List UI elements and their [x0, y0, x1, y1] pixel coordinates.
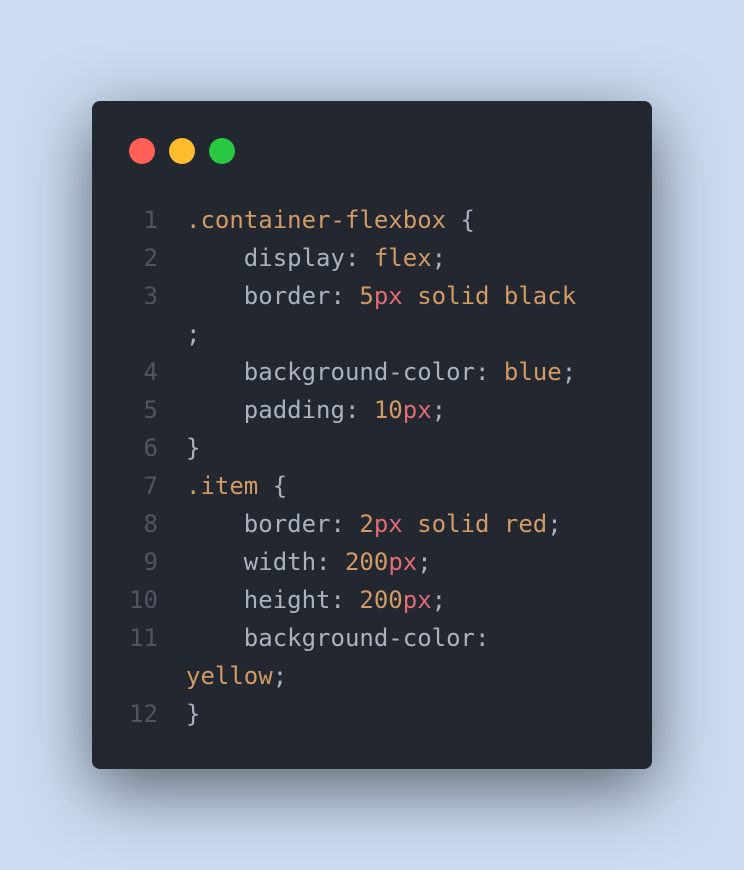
code-line: yellow;: [92, 657, 652, 695]
line-number: 6: [143, 434, 158, 462]
code-token: ;: [186, 320, 201, 348]
code-token: ;: [417, 548, 432, 576]
code-token: yellow: [186, 662, 273, 690]
code-token: {: [258, 472, 288, 500]
line-text: background-color: blue;: [186, 353, 576, 391]
code-token: :: [330, 510, 360, 538]
line-number: 8: [143, 510, 158, 538]
code-token: ;: [431, 586, 447, 614]
code-token: solid red: [402, 510, 548, 538]
code-token: padding: [186, 396, 345, 424]
code-line: 5 padding: 10px;: [92, 391, 652, 429]
line-text: .container-flexbox {: [186, 201, 475, 239]
code-token: :: [344, 244, 374, 272]
line-text: height: 200px;: [186, 581, 446, 619]
code-token: }: [186, 700, 201, 728]
line-text: width: 200px;: [186, 543, 432, 581]
line-number: 10: [129, 586, 158, 614]
code-line: 9 width: 200px;: [92, 543, 652, 581]
line-text: border: 5px solid black: [186, 277, 576, 315]
window-controls: [129, 138, 249, 164]
code-token: {: [446, 206, 475, 234]
line-number: 12: [129, 700, 158, 728]
code-token: display: [186, 244, 345, 272]
code-token: flex: [373, 244, 432, 272]
code-line: 12}: [92, 695, 652, 733]
line-number: 9: [143, 548, 158, 576]
code-line: 4 background-color: blue;: [92, 353, 652, 391]
code-token: 200: [344, 548, 389, 576]
line-number: 4: [143, 358, 158, 386]
minimize-dot-icon[interactable]: [169, 138, 195, 164]
code-token: px: [373, 510, 403, 538]
line-number: 1: [143, 206, 158, 234]
code-token: solid black: [402, 282, 577, 310]
line-number: 7: [143, 472, 158, 500]
line-text: ;: [186, 315, 200, 353]
code-line: 2 display: flex;: [92, 239, 652, 277]
line-text: background-color:: [186, 619, 490, 657]
line-number: 2: [143, 244, 158, 272]
line-text: .item {: [186, 467, 287, 505]
line-number: 5: [143, 396, 158, 424]
code-token: 200: [359, 586, 403, 614]
code-token: px: [402, 396, 432, 424]
code-token: px: [388, 548, 418, 576]
code-line: 6}: [92, 429, 652, 467]
code-block: 1 .container-flexbox {2 display: flex; 3 b…: [92, 201, 652, 733]
code-token: :: [474, 624, 490, 652]
code-token: ;: [431, 244, 447, 272]
code-token: :: [330, 282, 360, 310]
code-token: background-color: [186, 358, 475, 386]
code-token: ;: [431, 396, 447, 424]
line-text: }: [186, 695, 200, 733]
line-number: 3: [143, 282, 158, 310]
line-number: [92, 315, 186, 353]
code-token: 5: [359, 282, 374, 310]
code-line: 10 height: 200px;: [92, 581, 652, 619]
line-number: [92, 657, 186, 695]
code-token: .item: [186, 472, 259, 500]
code-token: :: [474, 358, 504, 386]
code-token: }: [186, 434, 201, 462]
code-token: border: [186, 510, 331, 538]
maximize-dot-icon[interactable]: [209, 138, 235, 164]
line-text: padding: 10px;: [186, 391, 446, 429]
code-token: px: [402, 586, 432, 614]
code-token: border: [186, 282, 331, 310]
close-dot-icon[interactable]: [129, 138, 155, 164]
code-token: ;: [561, 358, 577, 386]
code-token: :: [316, 548, 345, 576]
code-token: :: [344, 396, 374, 424]
code-token: width: [186, 548, 317, 576]
code-line: 3 border: 5px solid black: [92, 277, 652, 315]
line-text: display: flex;: [186, 239, 446, 277]
line-text: }: [186, 429, 200, 467]
code-line: 8 border: 2px solid red;: [92, 505, 652, 543]
code-line: ;: [92, 315, 652, 353]
code-token: ;: [272, 662, 288, 690]
code-token: background-color: [186, 624, 475, 652]
code-token: ;: [547, 510, 562, 538]
code-token: .container-flexbox: [186, 206, 447, 234]
line-text: yellow;: [186, 657, 287, 695]
code-token: 2: [359, 510, 374, 538]
line-text: border: 2px solid red;: [186, 505, 562, 543]
code-line: 7 .item {: [92, 467, 652, 505]
line-number: 11: [129, 624, 158, 652]
code-token: :: [330, 586, 360, 614]
code-token: height: [186, 586, 331, 614]
code-line: 1 .container-flexbox {: [92, 201, 652, 239]
code-line: 11 background-color:: [92, 619, 652, 657]
code-window: 1 .container-flexbox {2 display: flex; 3 b…: [92, 101, 652, 769]
code-token: blue: [503, 358, 562, 386]
code-token: 10: [373, 396, 403, 424]
code-token: px: [373, 282, 403, 310]
